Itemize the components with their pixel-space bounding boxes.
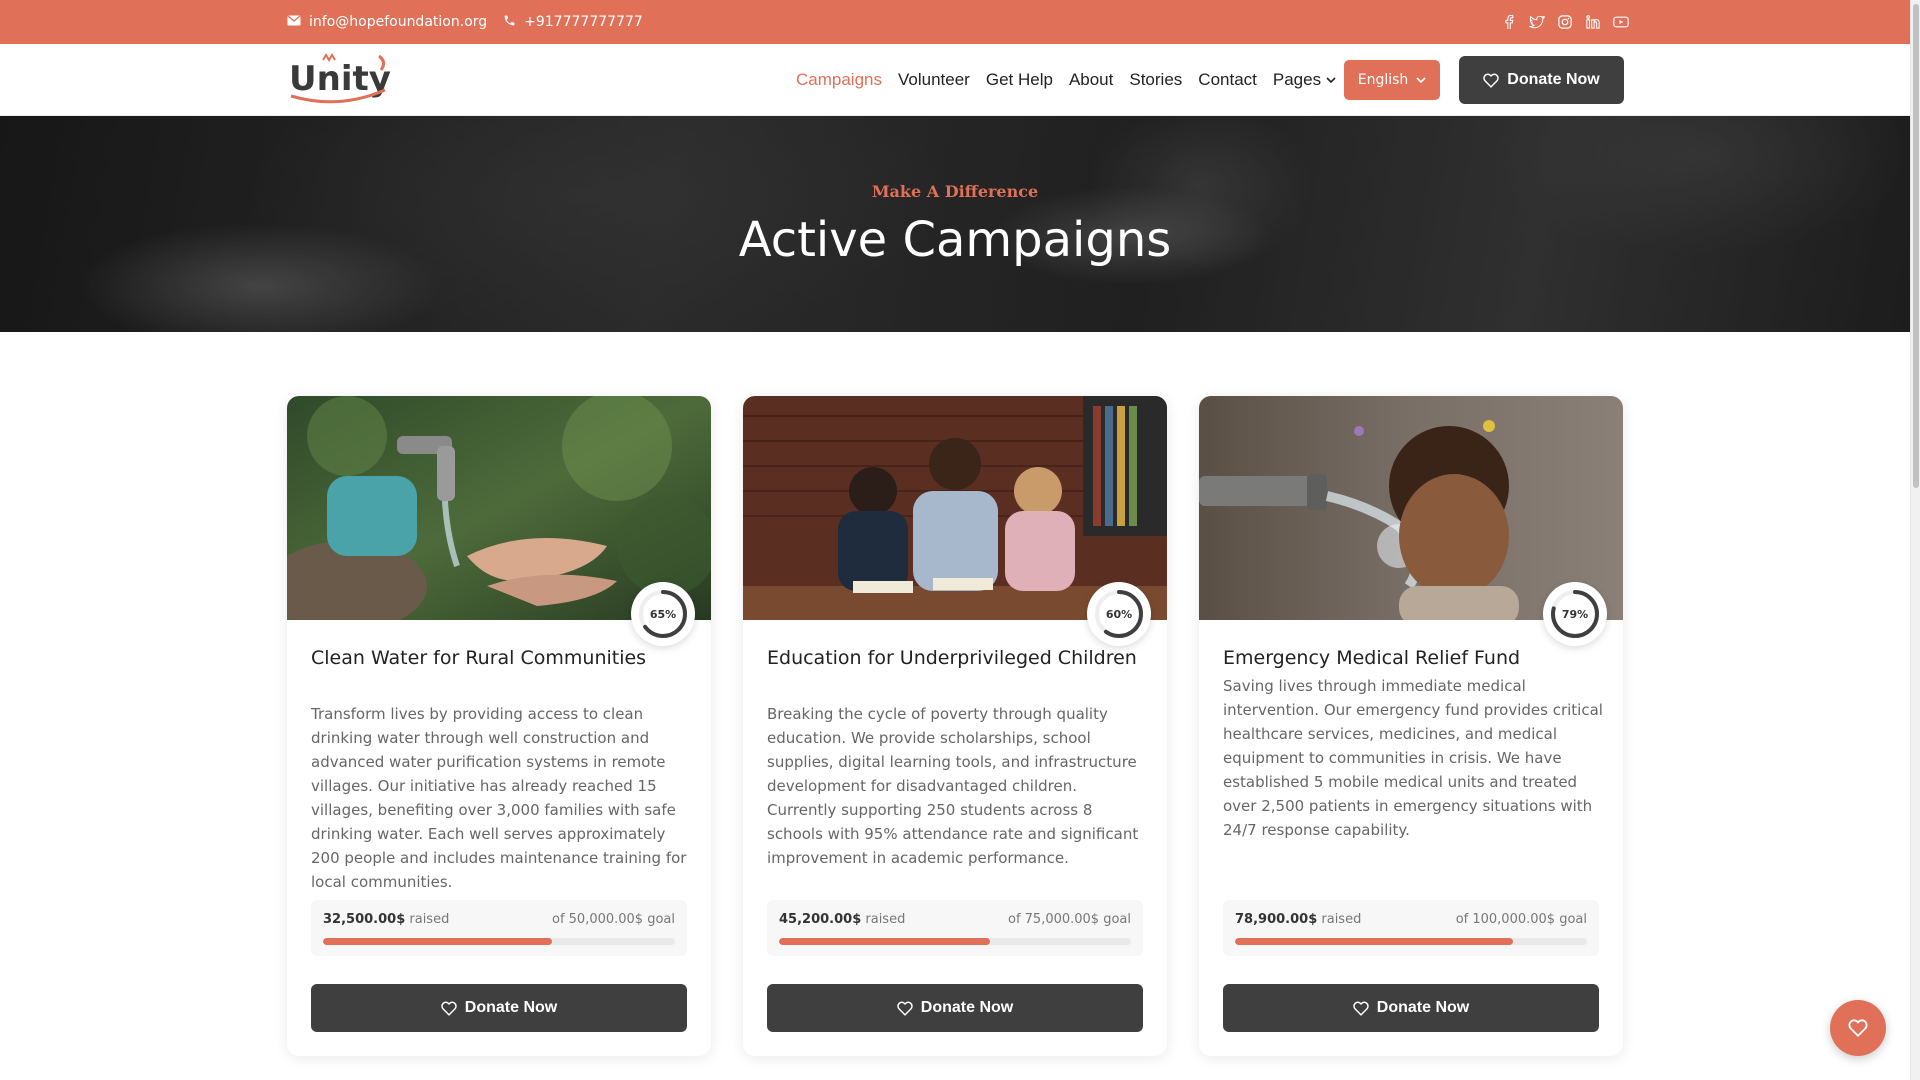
linkedin-icon[interactable]	[1579, 12, 1607, 32]
progress-bar	[1235, 938, 1587, 945]
nav-contact[interactable]: Contact	[1198, 70, 1257, 90]
donate-button[interactable]: Donate Now	[311, 984, 687, 1032]
campaign-description: Breaking the cycle of poverty through qu…	[767, 705, 1139, 867]
phone-text: +917777777777	[524, 14, 643, 30]
heart-icon	[441, 1001, 465, 1016]
campaign-card: 65% Clean Water for Rural Communities Tr…	[287, 396, 711, 1056]
nav-campaigns[interactable]: Campaigns	[796, 70, 882, 90]
scrollbar-thumb[interactable]	[1913, 4, 1919, 488]
chevron-down-icon	[1326, 76, 1336, 84]
heart-icon	[1353, 1001, 1377, 1016]
goal-amount: of 100,000.00$ goal	[1455, 912, 1587, 927]
goal-amount: of 50,000.00$ goal	[551, 912, 675, 927]
contact-info: info@hopefoundation.org +917777777777	[287, 0, 659, 44]
envelope-icon	[287, 14, 309, 30]
donate-button-label: Donate Now	[464, 999, 558, 1016]
campaign-description: Transform lives by providing access to c…	[311, 705, 687, 891]
heart-icon	[1848, 1019, 1868, 1037]
progress-percent: 79%	[1561, 607, 1589, 621]
phone-icon	[503, 14, 524, 31]
header-donate-button[interactable]: Donate Now	[1459, 56, 1624, 104]
progress-bar-fill	[323, 938, 552, 945]
nav-volunteer[interactable]: Volunteer	[898, 70, 970, 90]
raised-value: 32,500.00$	[323, 912, 406, 927]
progress-bar-fill	[1235, 938, 1514, 945]
twitter-icon[interactable]	[1523, 12, 1551, 32]
unity-logo[interactable]: Unity	[287, 52, 391, 108]
page-title: Active Campaigns	[738, 212, 1172, 268]
chevron-down-icon	[1408, 76, 1426, 84]
donate-button-label: Donate Now	[920, 999, 1014, 1016]
instagram-icon[interactable]	[1551, 12, 1579, 32]
campaign-title[interactable]: Clean Water for Rural Communities	[311, 644, 687, 672]
nav-about[interactable]: About	[1069, 70, 1113, 90]
campaign-card: 79% Emergency Medical Relief Fund Saving…	[1199, 396, 1623, 1056]
raised-amount: 78,900.00$ raised	[1235, 912, 1361, 927]
raised-suffix: raised	[1317, 912, 1362, 927]
email-text: info@hopefoundation.org	[309, 14, 488, 30]
social-links	[1495, 0, 1635, 44]
nav-get-help[interactable]: Get Help	[986, 70, 1053, 90]
donate-button[interactable]: Donate Now	[1223, 984, 1599, 1032]
raised-suffix: raised	[861, 912, 906, 927]
raised-value: 78,900.00$	[1235, 912, 1318, 927]
campaign-card: 60% Education for Underprivileged Childr…	[743, 396, 1167, 1056]
funding-progress: 78,900.00$ raised of 100,000.00$ goal	[1223, 900, 1599, 956]
donate-button-label: Donate Now	[1376, 999, 1470, 1016]
heart-icon	[897, 1001, 921, 1016]
progress-percent: 65%	[649, 607, 677, 621]
progress-ring: 60%	[1087, 582, 1151, 646]
site-header: Unity Campaigns Volunteer Get Help About…	[0, 44, 1910, 116]
progress-percent: 60%	[1105, 607, 1133, 621]
raised-value: 45,200.00$	[779, 912, 862, 927]
top-bar: info@hopefoundation.org +917777777777	[0, 0, 1910, 44]
campaign-title[interactable]: Education for Underprivileged Children	[767, 644, 1143, 672]
heart-icon	[1483, 73, 1507, 88]
raised-amount: 32,500.00$ raised	[323, 912, 449, 927]
nav-pages-label: Pages	[1272, 70, 1322, 89]
campaign-description: Saving lives through immediate medical i…	[1223, 677, 1603, 839]
goal-amount: of 75,000.00$ goal	[1007, 912, 1131, 927]
progress-ring: 79%	[1543, 582, 1607, 646]
progress-bar-fill	[779, 938, 991, 945]
facebook-icon[interactable]	[1495, 12, 1523, 32]
progress-bar	[323, 938, 675, 945]
header-donate-label: Donate Now	[1507, 71, 1600, 88]
floating-donate-button[interactable]	[1830, 1000, 1886, 1056]
hero-subtitle: Make A Difference	[871, 182, 1039, 201]
raised-suffix: raised	[405, 912, 450, 927]
email-link[interactable]: info@hopefoundation.org	[287, 14, 487, 30]
progress-ring: 65%	[631, 582, 695, 646]
funding-progress: 32,500.00$ raised of 50,000.00$ goal	[311, 900, 687, 956]
language-select[interactable]: English	[1344, 60, 1440, 100]
phone-link[interactable]: +917777777777	[503, 14, 643, 31]
nav-pages[interactable]: Pages	[1273, 70, 1336, 90]
progress-bar	[779, 938, 1131, 945]
donate-button[interactable]: Donate Now	[767, 984, 1143, 1032]
hero-banner: Make A Difference Active Campaigns	[0, 116, 1910, 332]
raised-amount: 45,200.00$ raised	[779, 912, 905, 927]
main-nav: Campaigns Volunteer Get Help About Stori…	[796, 44, 1352, 116]
campaign-title[interactable]: Emergency Medical Relief Fund	[1223, 644, 1599, 672]
nav-stories[interactable]: Stories	[1129, 70, 1182, 90]
funding-progress: 45,200.00$ raised of 75,000.00$ goal	[767, 900, 1143, 956]
language-label: English	[1357, 72, 1409, 88]
youtube-icon[interactable]	[1607, 12, 1635, 32]
page-scrollbar[interactable]	[1910, 0, 1920, 1080]
